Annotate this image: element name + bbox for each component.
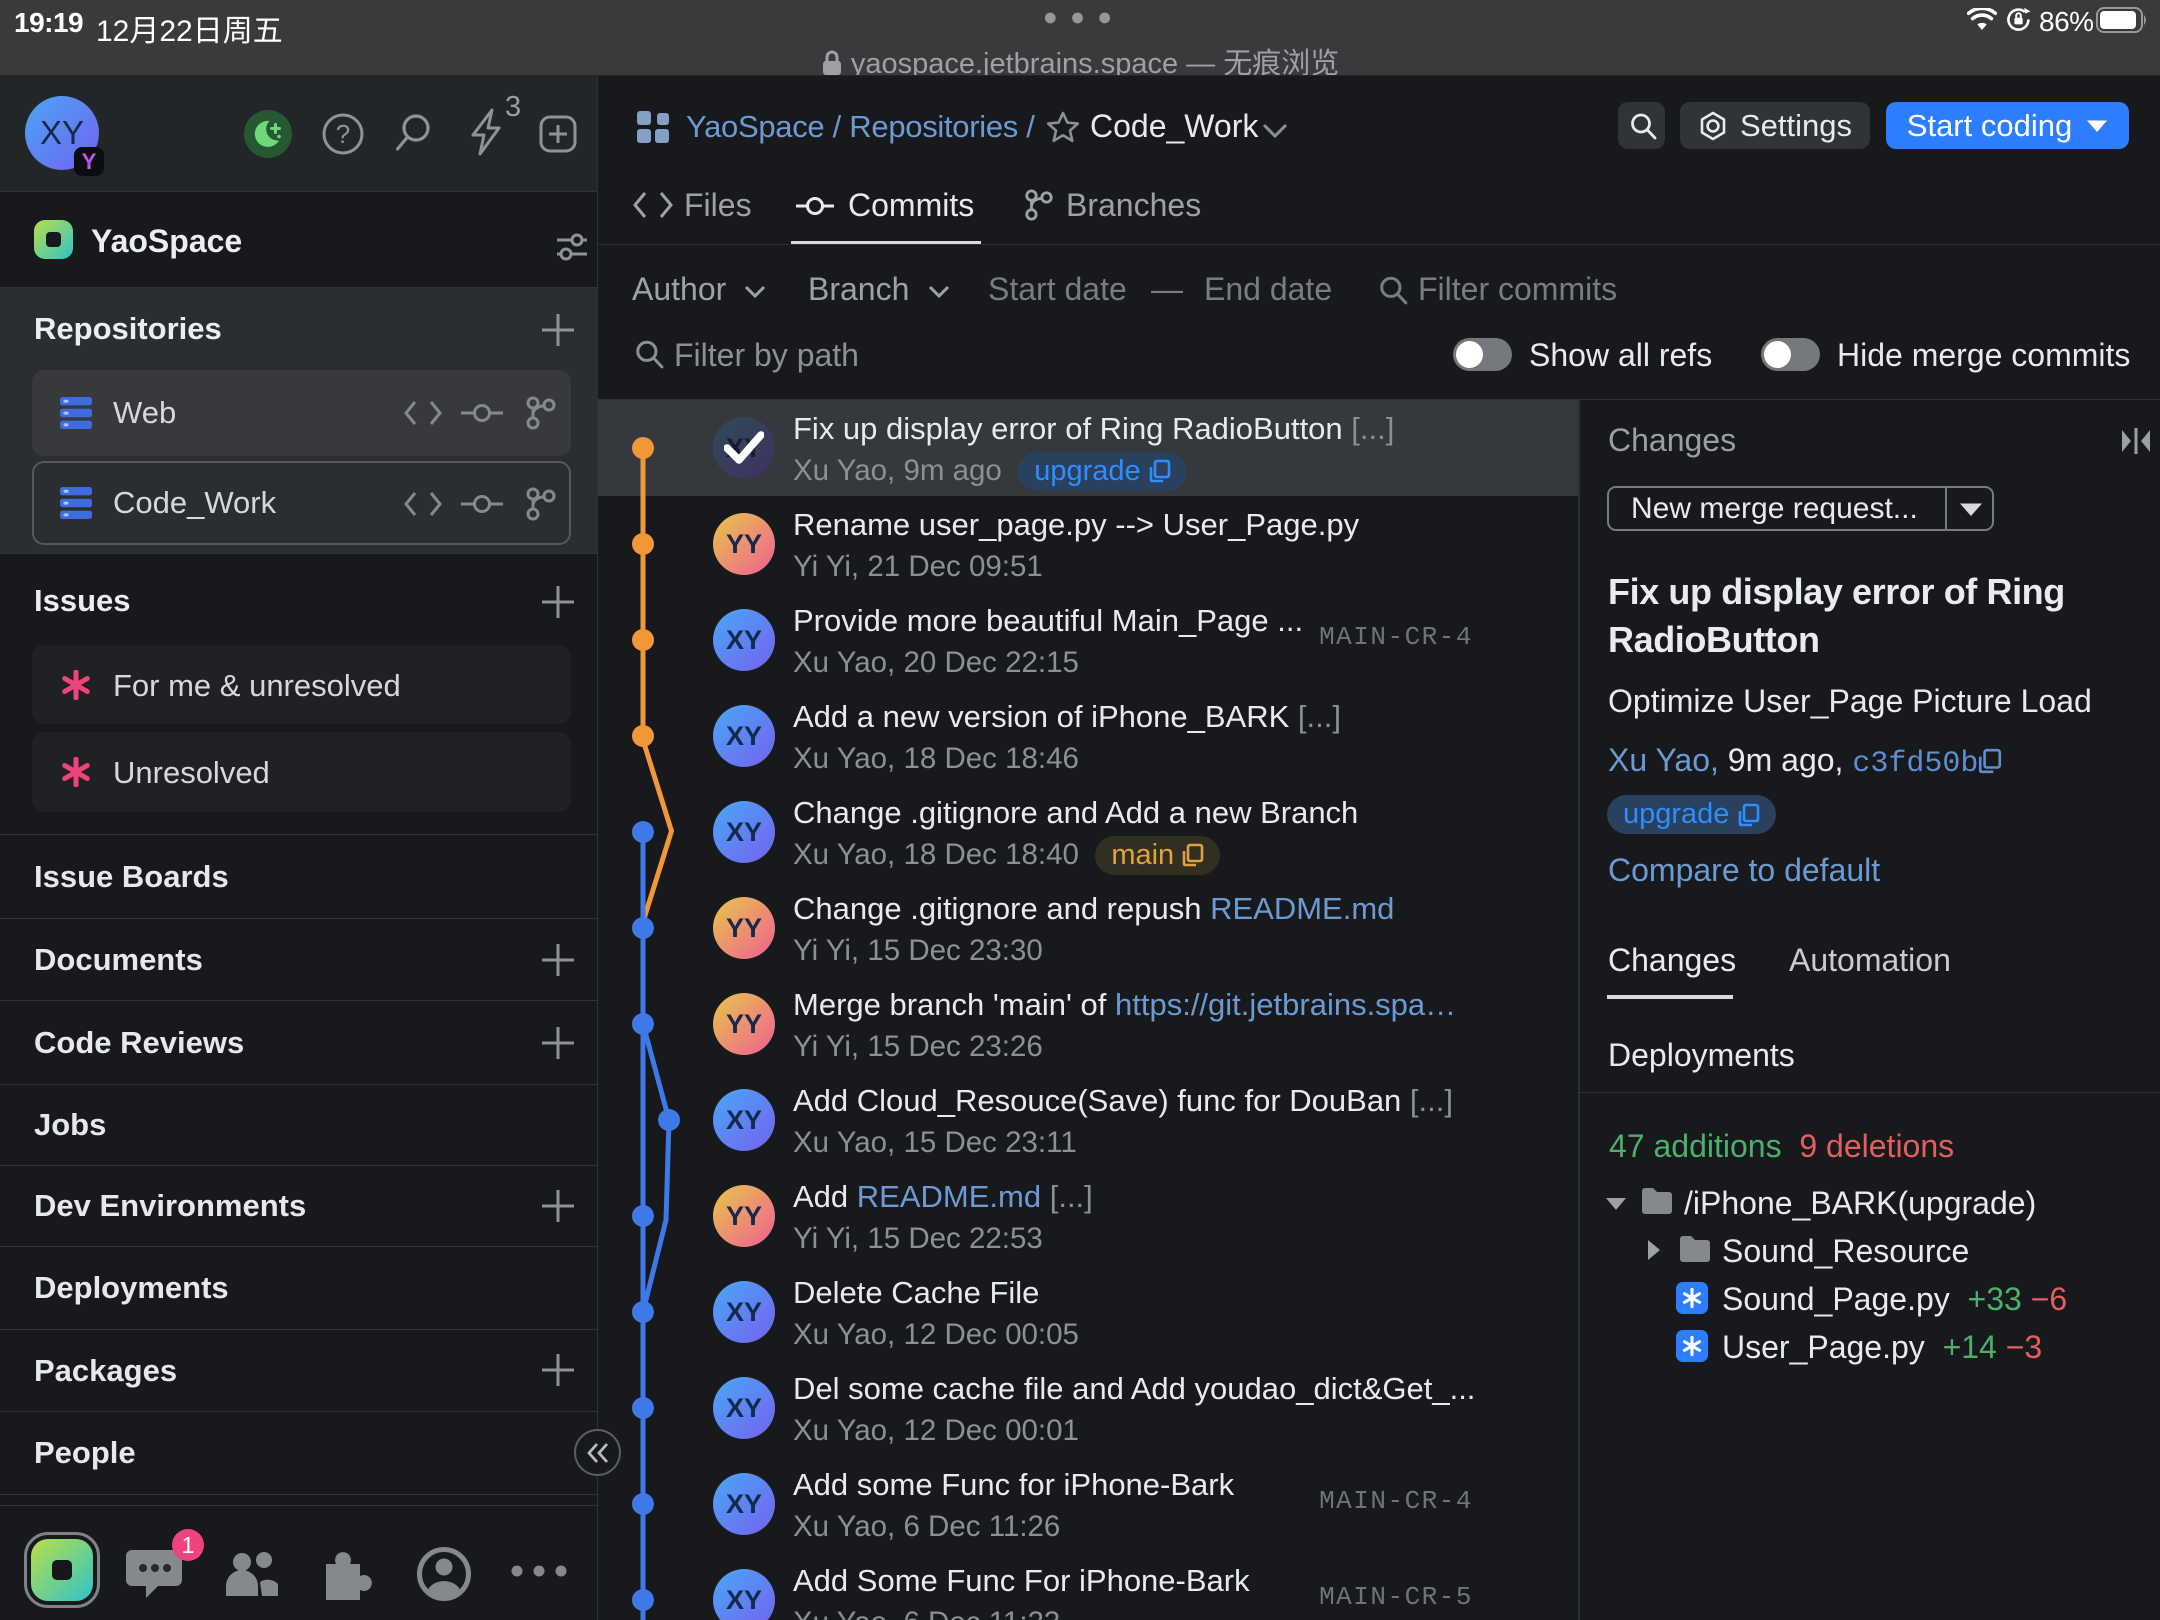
svg-text:?: ?	[336, 119, 350, 149]
